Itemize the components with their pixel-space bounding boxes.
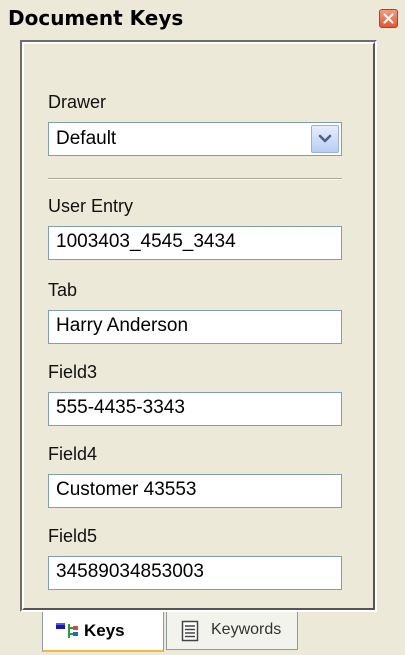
field3-field[interactable]: 555-4435-3343 — [48, 392, 342, 426]
field4-field[interactable]: Customer 43553 — [48, 474, 342, 508]
keys-icon — [56, 623, 78, 638]
field-label-field3: Field3 — [48, 362, 98, 382]
section-divider — [48, 178, 342, 180]
drawer-dropdown-button[interactable] — [311, 125, 339, 153]
tab-field[interactable]: Harry Anderson — [48, 310, 342, 344]
field5-field[interactable]: 34589034853003 — [48, 556, 342, 590]
close-button[interactable] — [379, 9, 398, 28]
chevron-down-icon — [318, 134, 332, 143]
keywords-list-icon — [181, 620, 199, 642]
user-entry-field[interactable]: 1003403_4545_3434 — [48, 226, 342, 260]
field-label-field5: Field5 — [48, 526, 98, 546]
field-label-tab: Tab — [48, 280, 78, 300]
drawer-label: Drawer — [48, 92, 107, 112]
panel-title: Document Keys — [8, 6, 184, 30]
tab-keys[interactable]: Keys — [42, 612, 164, 652]
field-label-user-entry: User Entry — [48, 196, 134, 216]
drawer-select-value: Default — [56, 128, 117, 149]
field-label-field4: Field4 — [48, 444, 98, 464]
tab-keywords[interactable]: Keywords — [166, 612, 298, 650]
tab-keywords-label: Keywords — [211, 621, 282, 638]
drawer-select[interactable]: Default — [48, 122, 342, 156]
panel-header: Document Keys — [0, 0, 405, 34]
panel-tabs: Keys Keywords — [0, 612, 405, 655]
tab-keys-label: Keys — [84, 621, 125, 640]
close-icon — [383, 13, 394, 24]
